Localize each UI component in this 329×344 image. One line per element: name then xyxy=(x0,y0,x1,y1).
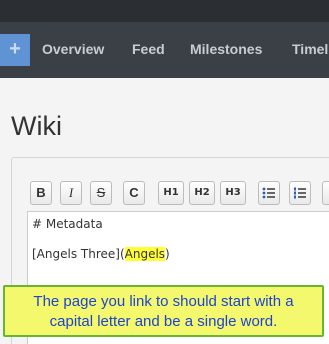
add-button[interactable]: + xyxy=(0,34,30,66)
editor-line-heading: # Metadata xyxy=(32,217,103,231)
page-title: Wiki xyxy=(11,111,62,141)
nav-overview[interactable]: Overview xyxy=(42,41,104,57)
editor-line-link: [Angels Three](Angels) xyxy=(32,247,170,261)
heading2-button[interactable]: H2 xyxy=(189,181,215,205)
nav-timeline[interactable]: Timel xyxy=(292,41,328,57)
more-toolbar-button[interactable] xyxy=(322,181,329,205)
bullet-list-button[interactable] xyxy=(258,181,280,205)
nav-feed[interactable]: Feed xyxy=(132,41,165,57)
top-bar xyxy=(0,0,329,22)
numbered-list-button[interactable] xyxy=(289,181,311,205)
callout-line-2: capital letter and be a single word. xyxy=(49,313,278,330)
heading1-button[interactable]: H1 xyxy=(158,181,184,205)
link-text: [Angels Three]( xyxy=(32,247,125,261)
callout-line-1: The page you link to should start with a xyxy=(33,293,294,310)
numbered-list-icon xyxy=(294,187,306,199)
link-close: ) xyxy=(165,247,170,261)
tip-callout: The page you link to should start with a… xyxy=(3,285,324,337)
strikethrough-button[interactable]: S xyxy=(90,181,112,205)
project-navbar: + Overview Feed Milestones Timel xyxy=(0,22,329,78)
italic-button[interactable]: I xyxy=(60,181,82,205)
highlighted-link-target: Angels xyxy=(124,247,166,261)
code-button[interactable]: C xyxy=(123,181,145,205)
bold-button[interactable]: B xyxy=(30,181,52,205)
bullet-list-icon xyxy=(262,187,275,199)
nav-milestones[interactable]: Milestones xyxy=(190,41,262,57)
heading3-button[interactable]: H3 xyxy=(220,181,246,205)
